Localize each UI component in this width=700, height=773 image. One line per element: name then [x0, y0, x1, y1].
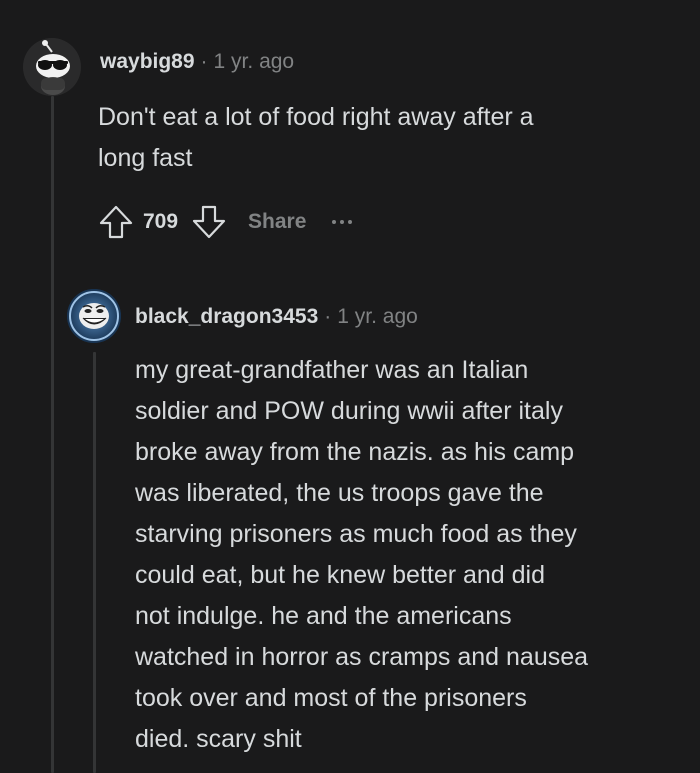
- vote-score: 709: [143, 210, 179, 233]
- meta-separator: ·: [200, 50, 208, 73]
- comment-text-line: died. scary shit: [135, 725, 302, 753]
- comment-text-line: soldier and POW during wwii after italy: [135, 397, 563, 425]
- comment-text-line: was liberated, the us troops gave the: [135, 479, 544, 507]
- comment-text-line: broke away from the nazis. as his camp: [135, 438, 575, 466]
- comment-text-line: not indulge. he and the americans: [135, 602, 512, 630]
- more-options-button[interactable]: [332, 203, 353, 241]
- meta-separator: ·: [324, 305, 332, 328]
- comment-body: Don't eat a lot of food right away after…: [98, 97, 658, 179]
- user-avatar[interactable]: [67, 289, 121, 343]
- downvote-arrow-icon: [192, 205, 226, 239]
- comment-thread: waybig89 · 1 yr. ago Don't eat a lot of …: [0, 0, 700, 773]
- comment-text-line: long fast: [98, 144, 193, 172]
- user-avatar[interactable]: [23, 38, 81, 96]
- comment-meta: black_dragon3453 · 1 yr. ago: [135, 305, 418, 329]
- comment-body: my great-grandfather was an Italian sold…: [135, 350, 675, 760]
- ellipsis-dot-icon: [340, 220, 345, 224]
- thread-collapse-line[interactable]: [93, 352, 96, 773]
- upvote-arrow-icon: [99, 205, 133, 239]
- comment-text-line: watched in horror as cramps and nausea: [135, 643, 589, 671]
- comment-action-bar: 709 Share: [97, 203, 353, 241]
- sunglasses-snoo-avatar-icon: [23, 38, 81, 96]
- comment-timestamp[interactable]: 1 yr. ago: [337, 305, 418, 329]
- comment-text-line: starving prisoners as much food as they: [135, 520, 577, 548]
- comment-text-line: could eat, but he knew better and did: [135, 561, 546, 589]
- comment-text-line: Don't eat a lot of food right away after…: [98, 103, 534, 131]
- comment-text-line: my great-grandfather was an Italian: [135, 356, 529, 384]
- thread-collapse-line[interactable]: [51, 96, 54, 773]
- ellipsis-dot-icon: [348, 220, 353, 224]
- username-link[interactable]: black_dragon3453: [135, 305, 318, 329]
- comment-text-line: took over and most of the prisoners: [135, 684, 527, 712]
- downvote-button[interactable]: [190, 203, 228, 241]
- upvote-button[interactable]: [97, 203, 135, 241]
- ellipsis-dot-icon: [332, 220, 337, 224]
- trollface-avatar-icon: [67, 289, 121, 343]
- share-button[interactable]: Share: [248, 210, 306, 234]
- username-link[interactable]: waybig89: [100, 50, 195, 74]
- comment-timestamp[interactable]: 1 yr. ago: [214, 50, 295, 74]
- comment-meta: waybig89 · 1 yr. ago: [100, 50, 294, 74]
